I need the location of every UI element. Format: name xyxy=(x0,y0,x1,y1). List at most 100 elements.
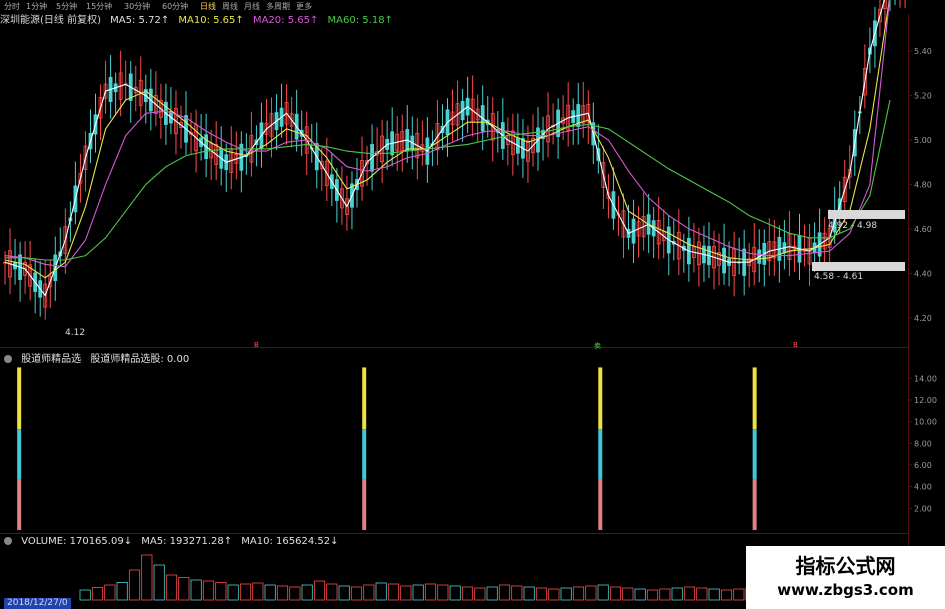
signal-bar-yellow-1 xyxy=(362,367,367,430)
watermark-title: 指标公式网 xyxy=(795,554,896,578)
price-tick-1: 4.40 xyxy=(914,269,932,278)
date-cursor-label: 2018/12/27/0 xyxy=(4,598,71,609)
indicator-settings-icon[interactable] xyxy=(4,355,12,363)
price-tick-5: 5.20 xyxy=(914,92,932,101)
watermark: 指标公式网 www.zbgs3.com xyxy=(746,546,945,609)
volume-ma5-readout: MA5: 193271.28↑ xyxy=(141,536,233,547)
volume-ma10-readout: MA10: 165624.52↓ xyxy=(241,536,339,547)
volume-bar-34 xyxy=(498,584,511,601)
price-tick-6: 5.40 xyxy=(914,47,932,56)
volume-bar-0 xyxy=(79,589,91,601)
buy-marker-2: B xyxy=(793,341,798,349)
volume-bar-44 xyxy=(622,587,634,601)
volume-bar-14 xyxy=(252,582,264,601)
volume-bar-4 xyxy=(128,569,141,601)
volume-bar-24 xyxy=(375,582,387,601)
volume-readout: VOLUME: 170165.09↓ xyxy=(21,536,133,547)
signal-bar-red-1 xyxy=(362,479,367,530)
volume-bar-15 xyxy=(264,584,276,601)
volume-bar-45 xyxy=(634,588,646,601)
volume-bar-25 xyxy=(387,583,400,601)
price-range-box-2 xyxy=(812,262,905,271)
indicator-tick-0: 2.00 xyxy=(914,504,932,513)
low-price-label: 4.12 xyxy=(65,328,86,338)
volume-bar-52 xyxy=(720,589,733,601)
volume-bar-42 xyxy=(597,584,609,601)
volume-bar-36 xyxy=(523,586,535,601)
volume-bar-19 xyxy=(313,580,326,601)
signal-bar-red-2 xyxy=(598,479,603,530)
volume-bar-22 xyxy=(350,586,363,601)
volume-bar-1 xyxy=(91,587,104,601)
indicator-name: 股道师精品选 xyxy=(21,354,82,365)
volume-bar-43 xyxy=(609,586,622,601)
volume-bar-8 xyxy=(178,577,190,601)
volume-bar-30 xyxy=(449,585,461,601)
signal-bar-red-3 xyxy=(752,479,757,530)
volume-bar-9 xyxy=(190,579,202,601)
indicator-header: 股道师精品选 股道师精品选股: 0.00 xyxy=(4,350,195,365)
volume-bar-13 xyxy=(239,583,252,601)
price-range-label-2: 4.58 - 4.61 xyxy=(814,272,864,282)
volume-bar-3 xyxy=(116,582,128,601)
signal-bar-red-0 xyxy=(17,479,22,530)
volume-bar-37 xyxy=(535,587,548,601)
signal-bar-yellow-2 xyxy=(598,367,603,430)
volume-bar-21 xyxy=(338,585,350,601)
volume-bar-18 xyxy=(301,584,313,601)
volume-bar-48 xyxy=(671,587,683,601)
volume-bar-40 xyxy=(572,586,585,601)
volume-bar-27 xyxy=(412,584,424,601)
volume-bar-10 xyxy=(202,580,215,601)
signal-bar-cyan-1 xyxy=(362,429,367,480)
volume-header: VOLUME: 170165.09↓ MA5: 193271.28↑ MA10:… xyxy=(4,536,345,547)
volume-bar-28 xyxy=(424,583,437,601)
indicator-value: 股道师精品选股: 0.00 xyxy=(90,354,190,365)
volume-bar-50 xyxy=(696,587,708,601)
volume-bar-46 xyxy=(646,589,659,601)
signal-bar-yellow-3 xyxy=(752,367,757,430)
sell-marker: 卖 xyxy=(594,342,601,350)
volume-bar-53 xyxy=(733,588,745,601)
watermark-url: www.zbgs3.com xyxy=(777,581,914,599)
signal-bar-yellow-0 xyxy=(17,367,22,430)
signal-bar-cyan-0 xyxy=(17,429,22,480)
volume-bar-29 xyxy=(437,584,449,601)
volume-bar-26 xyxy=(400,585,412,601)
signal-bar-cyan-2 xyxy=(598,429,603,480)
volume-bar-16 xyxy=(276,585,289,601)
volume-bar-47 xyxy=(659,588,671,601)
volume-settings-icon[interactable] xyxy=(4,537,12,545)
price-range-box-1 xyxy=(828,210,905,219)
volume-bar-11 xyxy=(215,582,227,601)
volume-bar-32 xyxy=(474,587,486,601)
volume-bar-23 xyxy=(363,584,375,601)
signal-bar-cyan-3 xyxy=(752,429,757,480)
price-range-label-1: 4.92 - 4.98 xyxy=(828,221,878,231)
price-tick-4: 5.00 xyxy=(914,136,932,145)
volume-bar-38 xyxy=(548,588,560,601)
indicator-tick-4: 10.00 xyxy=(914,418,937,427)
volume-bar-51 xyxy=(708,588,720,601)
volume-bar-35 xyxy=(511,585,523,601)
volume-bar-17 xyxy=(289,586,301,601)
volume-bar-49 xyxy=(683,586,696,601)
volume-bar-12 xyxy=(227,584,239,601)
price-tick-3: 4.80 xyxy=(914,180,932,189)
indicator-tick-3: 8.00 xyxy=(914,439,932,448)
volume-bar-20 xyxy=(326,583,338,601)
volume-bar-31 xyxy=(461,586,474,601)
volume-bar-7 xyxy=(165,574,178,601)
volume-bar-2 xyxy=(104,584,116,601)
price-tick-0: 4.20 xyxy=(914,314,932,323)
volume-bar-5 xyxy=(141,554,153,601)
indicator-tick-5: 12.00 xyxy=(914,396,937,405)
indicator-tick-2: 6.00 xyxy=(914,461,932,470)
indicator-tick-6: 14.00 xyxy=(914,374,937,383)
volume-bar-41 xyxy=(585,585,597,601)
volume-bar-6 xyxy=(153,564,165,601)
buy-marker: B xyxy=(254,341,259,349)
chart-canvas: 4.20 4.40 4.60 4.80 5.00 5.20 5.40 2.00 4.00 6.00… xyxy=(3,0,937,601)
volume-bar-39 xyxy=(560,587,572,601)
volume-bar-33 xyxy=(486,586,498,601)
